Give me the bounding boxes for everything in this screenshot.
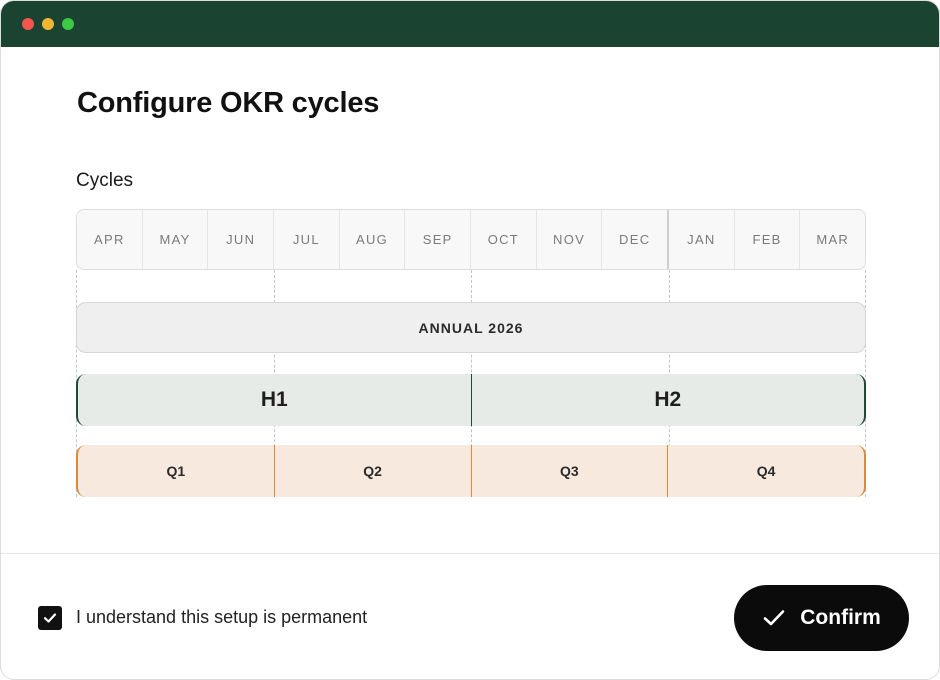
footer-divider [1,553,939,554]
month-cell: OCT [471,210,537,269]
acknowledge-checkbox[interactable] [38,606,62,630]
half-cycle-h2[interactable]: H2 [471,374,866,426]
quarter-cycle-q1[interactable]: Q1 [76,445,275,497]
minimize-window-button[interactable] [42,18,54,30]
quarter-cycle-q2[interactable]: Q2 [274,445,472,497]
cycles-section-label: Cycles [76,170,134,191]
confirm-button-label: Confirm [800,606,881,629]
month-cell: DEC [602,210,670,269]
dialog-window: Configure OKR cycles Cycles APR MAY JUN … [0,0,940,680]
quarter-cycle-label: Q3 [560,463,579,479]
month-cell: MAR [816,232,850,247]
window-titlebar [1,1,939,47]
quarter-cycle-label: Q4 [756,463,776,479]
quarter-cycle-label: Q2 [363,463,382,479]
quarter-cycle-q4[interactable]: Q4 [668,445,866,497]
half-cycle-label: H1 [260,388,288,411]
quarter-cycle-q3[interactable]: Q3 [471,445,669,497]
month-cell: JAN [669,210,735,269]
quarter-cycle-label: Q1 [166,463,186,479]
half-cycle-h1[interactable]: H1 [76,374,472,426]
confirm-button[interactable]: Confirm [734,585,909,651]
month-cell: JUN [208,210,275,269]
month-cell: NOV [537,210,603,269]
month-cell: MAY [143,210,209,269]
month-cell: FEB [735,210,801,269]
half-cycle-label: H2 [654,388,682,411]
quarter-cycles-row: Q1 Q2 Q3 Q4 [76,445,866,497]
month-cell: APR [77,210,143,269]
maximize-window-button[interactable] [62,18,74,30]
month-cell: AUG [340,210,406,269]
month-header: APR MAY JUN JUL AUG SEP OCT NOV DEC JAN … [76,209,866,270]
close-window-button[interactable] [22,18,34,30]
month-cell: SEP [405,210,472,269]
half-cycles-row: H1 H2 [76,374,866,426]
annual-cycle-label: ANNUAL 2026 [418,319,524,336]
month-cell: JUL [274,210,340,269]
annual-cycle-bar[interactable]: ANNUAL 2026 [76,302,866,353]
check-icon [762,606,786,630]
acknowledge-label[interactable]: I understand this setup is permanent [76,606,367,628]
check-icon [43,613,57,623]
page-title: Configure OKR cycles [77,87,380,119]
